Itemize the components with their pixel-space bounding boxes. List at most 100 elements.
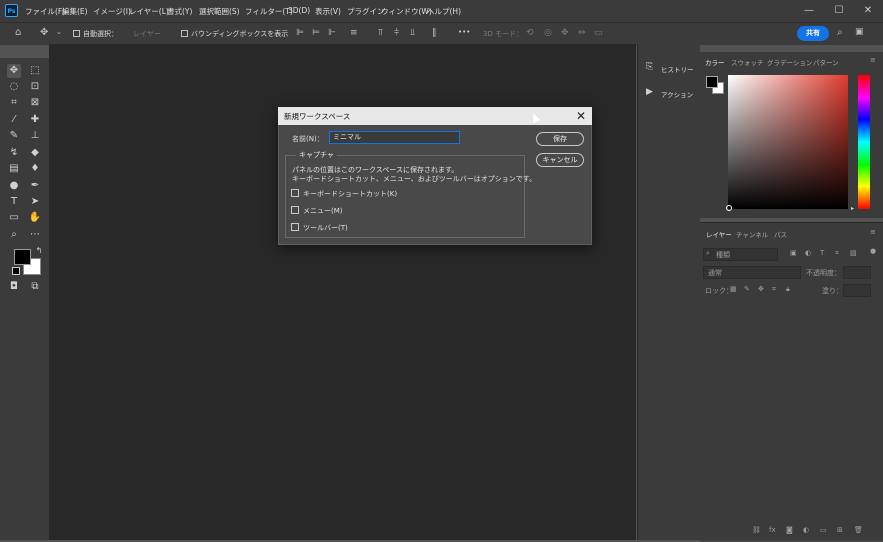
lock-image-icon[interactable]: ✎ xyxy=(744,285,750,293)
workspace-icon[interactable]: ▣ xyxy=(855,27,864,37)
tab-layers[interactable]: レイヤー xyxy=(706,229,732,239)
hue-slider-handle[interactable]: ▸ xyxy=(851,205,854,212)
menu-image[interactable]: イメージ(I) xyxy=(93,6,131,17)
eyedropper-tool-icon[interactable]: ⁄ xyxy=(7,113,21,127)
delete-layer-icon[interactable]: 🗑︎ xyxy=(854,526,863,534)
panel-menu-icon[interactable]: ≡ xyxy=(870,56,876,64)
add-mask-icon[interactable]: ◙ xyxy=(786,526,793,534)
color-picker-cursor[interactable] xyxy=(726,205,732,211)
tab-paths[interactable]: パス xyxy=(774,229,787,239)
keyboard-shortcuts-label[interactable]: キーボードショートカット(K) xyxy=(303,189,397,199)
tab-swatches[interactable]: スウォッチ xyxy=(731,57,764,67)
quick-mask-icon[interactable]: ◘ xyxy=(7,280,21,294)
toolbar-label[interactable]: ツールバー(T) xyxy=(303,223,348,233)
menus-label[interactable]: メニュー(M) xyxy=(303,206,343,216)
actions-panel-button[interactable]: アクション xyxy=(661,89,693,99)
layers-menu-icon[interactable]: ≡ xyxy=(870,228,876,236)
menu-3d[interactable]: 3D(D) xyxy=(288,6,310,15)
align-right-icon[interactable]: ⊩ xyxy=(328,28,336,38)
bounding-box-checkbox[interactable] xyxy=(181,30,188,37)
chevron-down-icon[interactable]: ⌄ xyxy=(56,28,62,36)
eraser-tool-icon[interactable]: ◆ xyxy=(28,146,42,160)
menu-edit[interactable]: 編集(E) xyxy=(62,6,88,17)
filter-pixel-icon[interactable]: ▣ xyxy=(790,249,797,257)
screen-mode-icon[interactable]: ⧉ xyxy=(28,280,42,294)
workspace-name-input[interactable]: ミニマル xyxy=(329,131,460,144)
tab-patterns[interactable]: パターン xyxy=(813,57,839,67)
quick-select-tool-icon[interactable]: ⊡ xyxy=(28,80,42,94)
adjustment-layer-icon[interactable]: ◐ xyxy=(803,526,809,534)
stamp-tool-icon[interactable]: ⊥ xyxy=(28,129,42,143)
more-tools-icon[interactable]: ⋯ xyxy=(28,228,42,242)
layer-style-icon[interactable]: fx xyxy=(769,526,776,534)
align-center-icon[interactable]: ⊨ xyxy=(312,28,320,38)
tab-gradients[interactable]: グラデーション xyxy=(767,57,812,67)
search-icon[interactable]: ⌕ xyxy=(837,27,843,38)
link-layers-icon[interactable]: ⛓ xyxy=(752,526,761,534)
gradient-tool-icon[interactable]: ▤ xyxy=(7,162,21,176)
dialog-close-icon[interactable]: ✕ xyxy=(574,108,588,124)
brush-tool-icon[interactable]: ✎ xyxy=(7,129,21,143)
path-select-tool-icon[interactable]: ➤ xyxy=(28,195,42,209)
menu-select[interactable]: 選択範囲(S) xyxy=(199,6,240,17)
filter-smart-icon[interactable]: ▨ xyxy=(850,249,857,257)
fill-input[interactable] xyxy=(843,284,871,297)
more-options-button[interactable]: ••• xyxy=(458,28,470,36)
type-tool-icon[interactable]: T xyxy=(7,195,21,209)
filter-adjust-icon[interactable]: ◐ xyxy=(805,249,811,257)
rectangle-tool-icon[interactable]: ▭ xyxy=(7,211,21,225)
blur-tool-icon[interactable]: ♦ xyxy=(28,162,42,176)
home-icon[interactable]: ⌂ xyxy=(15,27,21,38)
color-fg-swatch[interactable] xyxy=(706,76,718,88)
layer-filter-dropdown[interactable] xyxy=(703,248,778,261)
move-tool-icon[interactable]: ✥ xyxy=(7,64,21,78)
color-picker-field[interactable] xyxy=(728,75,848,209)
crop-tool-icon[interactable]: ⌗ xyxy=(7,96,21,110)
lock-artboard-icon[interactable]: ⌗ xyxy=(772,285,776,294)
play-icon[interactable]: ▶ xyxy=(646,87,653,97)
hue-slider[interactable] xyxy=(858,75,870,209)
history-panel-button[interactable]: ヒストリー xyxy=(661,64,694,74)
minimize-button[interactable]: — xyxy=(795,3,823,19)
menu-help[interactable]: ヘルプ(H) xyxy=(427,6,461,17)
healing-brush-tool-icon[interactable]: ✚ xyxy=(28,113,42,127)
filter-type-icon[interactable]: T xyxy=(820,249,824,257)
menu-filter[interactable]: フィルター(T) xyxy=(245,6,293,17)
group-icon[interactable]: ▭ xyxy=(820,526,827,534)
toolbar-checkbox[interactable] xyxy=(291,223,299,231)
save-button[interactable]: 保存 xyxy=(536,132,584,146)
close-window-button[interactable]: ✕ xyxy=(854,3,882,19)
foreground-color-swatch[interactable] xyxy=(14,249,31,265)
menu-layer[interactable]: レイヤー(L) xyxy=(129,6,169,17)
auto-select-dropdown[interactable]: レイヤー xyxy=(133,29,161,39)
keyboard-shortcuts-checkbox[interactable] xyxy=(291,189,299,197)
menu-plugins[interactable]: プラグイン xyxy=(347,6,385,17)
cancel-button[interactable]: キャンセル xyxy=(536,153,584,167)
zoom-tool-icon[interactable]: ⌕ xyxy=(7,228,21,242)
lock-position-icon[interactable]: ✥ xyxy=(758,285,764,293)
distribute-icon[interactable]: ≡ xyxy=(350,28,358,38)
dodge-tool-icon[interactable]: ● xyxy=(7,179,21,193)
lock-all-icon[interactable]: 🔒︎ xyxy=(786,285,790,294)
default-colors-icon[interactable] xyxy=(12,267,20,275)
align-top-icon[interactable]: ⫪ xyxy=(378,28,383,38)
lasso-tool-icon[interactable]: ◌ xyxy=(7,80,21,94)
align-left-icon[interactable]: ⊫ xyxy=(296,28,304,38)
filter-toggle-icon[interactable]: ● xyxy=(870,247,876,255)
filter-shape-icon[interactable]: ⌗ xyxy=(835,249,839,258)
share-button[interactable]: 共有 xyxy=(797,26,829,41)
menu-type[interactable]: 書式(Y) xyxy=(167,6,192,17)
distribute-vertical-icon[interactable]: ‖ xyxy=(432,28,437,38)
maximize-button[interactable]: ☐ xyxy=(825,3,853,19)
tab-channels[interactable]: チャンネル xyxy=(736,229,768,239)
menus-checkbox[interactable] xyxy=(291,206,299,214)
lock-transparent-icon[interactable]: ▦ xyxy=(730,285,737,293)
pen-tool-icon[interactable]: ✒ xyxy=(28,179,42,193)
align-middle-icon[interactable]: ⫩ xyxy=(394,28,399,38)
frame-tool-icon[interactable]: ⊠ xyxy=(28,96,42,110)
opacity-input[interactable] xyxy=(843,266,871,279)
history-brush-tool-icon[interactable]: ↯ xyxy=(7,146,21,160)
auto-select-checkbox[interactable] xyxy=(73,30,80,37)
new-layer-icon[interactable]: ⊞ xyxy=(837,526,843,534)
swap-colors-icon[interactable]: ↰ xyxy=(32,244,46,258)
